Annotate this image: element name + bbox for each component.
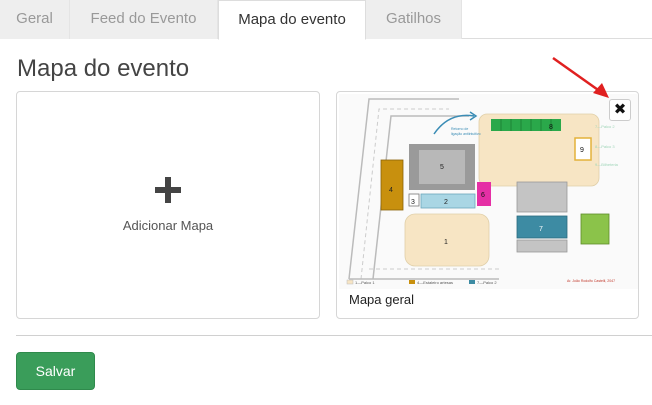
- add-map-card[interactable]: Adicionar Mapa: [16, 91, 320, 319]
- map-area-3-label: 3: [411, 199, 415, 206]
- map-area-6-label: 6: [481, 192, 485, 199]
- svg-text:Retorno de: Retorno de: [451, 127, 468, 131]
- svg-text:9—Bilheteria: 9—Bilheteria: [595, 162, 619, 167]
- map-caption: Mapa geral: [349, 292, 415, 307]
- map-area-7-label: 7: [539, 226, 543, 233]
- add-map-label: Adicionar Mapa: [122, 218, 214, 233]
- tab-geral[interactable]: Geral: [0, 0, 70, 39]
- map-credit: Ar. João Rodolfo Castelli, 2047: [567, 279, 615, 283]
- map-legend-2: 4—Estaleiro artesas: [417, 280, 453, 285]
- svg-text:7—Palco 2: 7—Palco 2: [595, 124, 615, 129]
- red-arrow-annotation: [552, 56, 609, 98]
- map-area-5-label: 5: [440, 164, 444, 171]
- map-area-1-label: 1: [444, 239, 448, 246]
- save-button[interactable]: Salvar: [16, 352, 95, 390]
- map-area-9-label: 9: [580, 147, 584, 154]
- map-legend-1: 1—Palco 1: [355, 280, 375, 285]
- svg-text:ligação antiintuitivo: ligação antiintuitivo: [451, 132, 481, 136]
- close-icon: ✖: [613, 101, 627, 118]
- map-area-2-label: 2: [444, 199, 448, 206]
- svg-text:8—Palco 3: 8—Palco 3: [595, 144, 615, 149]
- divider: [16, 335, 652, 336]
- map-area-8-label: 8: [549, 124, 553, 131]
- plus-icon: [155, 177, 181, 203]
- page-title: Mapa do evento: [17, 55, 190, 82]
- remove-map-button[interactable]: ✖: [609, 99, 631, 121]
- map-card[interactable]: 8 9 7—Palco 2 8—Palco 3 9—Bilheteria 5 4…: [336, 91, 639, 319]
- map-legend-3: 7—Palco 2: [477, 280, 497, 285]
- tab-bar: Geral Feed do Evento Mapa do evento Gati…: [0, 0, 652, 40]
- event-map-image: 8 9 7—Palco 2 8—Palco 3 9—Bilheteria 5 4…: [339, 94, 638, 289]
- map-area-4-label: 4: [389, 187, 393, 194]
- tab-mapa-do-evento[interactable]: Mapa do evento: [218, 0, 366, 40]
- tab-feed-do-evento[interactable]: Feed do Evento: [70, 0, 218, 39]
- tab-gatilhos[interactable]: Gatilhos: [366, 0, 462, 39]
